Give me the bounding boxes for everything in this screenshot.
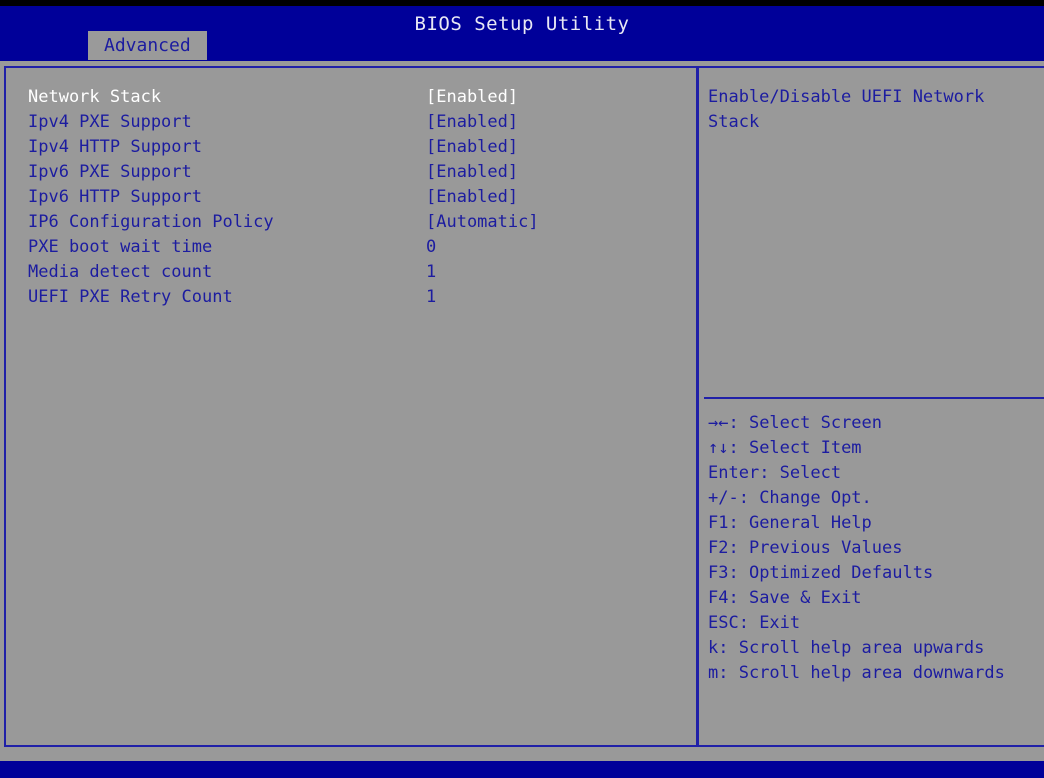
- setting-label: UEFI PXE Retry Count: [28, 287, 233, 307]
- legend-action: : Select Item: [728, 438, 862, 458]
- settings-list: Network Stack [Enabled] Ipv4 PXE Support [E…: [28, 85, 678, 310]
- setting-label: Ipv6 HTTP Support: [28, 187, 202, 207]
- legend-keys: Enter: [708, 463, 760, 483]
- legend-action: : Select Screen: [728, 413, 883, 433]
- bottom-gap: [0, 747, 1044, 761]
- legend-row: F1: General Help: [708, 511, 1038, 536]
- legend-action: : Change Opt.: [738, 488, 872, 508]
- legend-row: m: Scroll help area downwards: [708, 661, 1038, 686]
- setting-value[interactable]: [Automatic]: [426, 210, 539, 235]
- legend-row: Enter: Select: [708, 461, 1038, 486]
- legend-keys: F4: [708, 588, 729, 608]
- legend-row: F3: Optimized Defaults: [708, 561, 1038, 586]
- legend-row: →←: Select Screen: [708, 411, 1038, 436]
- legend-action: : General Help: [728, 513, 872, 533]
- legend-keys: ESC: [708, 613, 739, 633]
- setting-value[interactable]: [Enabled]: [426, 185, 518, 210]
- setting-row[interactable]: Ipv6 HTTP Support [Enabled]: [28, 185, 678, 210]
- legend-row: F2: Previous Values: [708, 536, 1038, 561]
- legend-action: : Save & Exit: [728, 588, 862, 608]
- settings-panel: Network Stack [Enabled] Ipv4 PXE Support [E…: [4, 66, 696, 747]
- setting-row[interactable]: Media detect count 1: [28, 260, 678, 285]
- tab-strip: Advanced: [0, 31, 1044, 61]
- tab-advanced[interactable]: Advanced: [88, 31, 207, 60]
- setting-label: Ipv4 PXE Support: [28, 112, 192, 132]
- legend-action: : Exit: [738, 613, 801, 633]
- legend-row: ↑↓: Select Item: [708, 436, 1038, 461]
- setting-row[interactable]: UEFI PXE Retry Count 1: [28, 285, 678, 310]
- legend-keys: →←: [708, 413, 729, 433]
- legend-action: : Scroll help area downwards: [718, 663, 1005, 683]
- setting-row[interactable]: Ipv4 PXE Support [Enabled]: [28, 110, 678, 135]
- setting-value[interactable]: [Enabled]: [426, 135, 518, 160]
- legend-row: ESC: Exit: [708, 611, 1038, 636]
- setting-label: IP6 Configuration Policy: [28, 212, 274, 232]
- legend-row: +/-: Change Opt.: [708, 486, 1038, 511]
- setting-row[interactable]: Ipv4 HTTP Support [Enabled]: [28, 135, 678, 160]
- setting-row[interactable]: IP6 Configuration Policy [Automatic]: [28, 210, 678, 235]
- help-description: Enable/Disable UEFI Network Stack: [708, 87, 985, 132]
- legend-row: k: Scroll help area upwards: [708, 636, 1038, 661]
- setting-row[interactable]: Ipv6 PXE Support [Enabled]: [28, 160, 678, 185]
- bios-setup-screen: BIOS Setup Utility Advanced Network Stac…: [0, 0, 1044, 778]
- setting-value[interactable]: [Enabled]: [426, 85, 518, 110]
- setting-value[interactable]: 0: [426, 235, 436, 260]
- legend-keys: F2: [708, 538, 729, 558]
- legend-row: F4: Save & Exit: [708, 586, 1038, 611]
- setting-label: Ipv6 PXE Support: [28, 162, 192, 182]
- legend-keys: F1: [708, 513, 729, 533]
- legend-keys: F3: [708, 563, 729, 583]
- setting-value[interactable]: 1: [426, 285, 436, 310]
- setting-value[interactable]: [Enabled]: [426, 160, 518, 185]
- legend-keys: ↑↓: [708, 438, 729, 458]
- legend-keys: +/-: [708, 488, 739, 508]
- legend-action: : Scroll help area upwards: [718, 638, 985, 658]
- legend-action: : Optimized Defaults: [728, 563, 934, 583]
- setting-value[interactable]: [Enabled]: [426, 110, 518, 135]
- keyboard-legend: →←: Select Screen ↑↓: Select Item Enter: S…: [708, 411, 1038, 686]
- setting-label: PXE boot wait time: [28, 237, 213, 257]
- setting-value[interactable]: 1: [426, 260, 436, 285]
- legend-action: : Previous Values: [728, 538, 903, 558]
- help-separator: [704, 397, 1044, 399]
- legend-keys: k: [708, 638, 719, 658]
- status-bar: [0, 761, 1044, 778]
- setting-label: Network Stack: [28, 87, 162, 107]
- legend-action: : Select: [759, 463, 842, 483]
- setting-label: Media detect count: [28, 262, 213, 282]
- legend-keys: m: [708, 663, 719, 683]
- help-panel: Enable/Disable UEFI Network Stack →←: Se…: [699, 66, 1044, 747]
- setting-label: Ipv4 HTTP Support: [28, 137, 202, 157]
- setting-row[interactable]: Network Stack [Enabled]: [28, 85, 678, 110]
- setting-row[interactable]: PXE boot wait time 0: [28, 235, 678, 260]
